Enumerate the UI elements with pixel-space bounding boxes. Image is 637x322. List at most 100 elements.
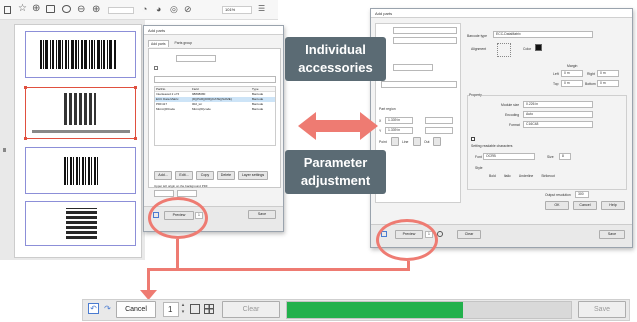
font-select[interactable]: OCRB — [483, 153, 535, 160]
size-field[interactable]: 8 — [559, 153, 571, 160]
type-field[interactable] — [393, 37, 457, 44]
highlight-oval-preview-left — [148, 197, 208, 239]
y-position-field[interactable]: 1.339 in — [385, 127, 413, 134]
style-underline[interactable]: Underline — [519, 174, 534, 178]
delete-button[interactable]: Delete — [217, 171, 235, 180]
help-button[interactable]: Help — [601, 201, 625, 210]
zoom-in-icon[interactable]: ⊕ — [92, 4, 100, 15]
table-row[interactable]: MicroQRCode Micro{ID}code Barcode — [155, 107, 275, 112]
module-size-field[interactable]: 0.226 in — [523, 101, 593, 108]
rotate-icon[interactable]: ⊘ — [184, 4, 192, 15]
upload-icon[interactable]: ⊕ — [32, 3, 40, 14]
select-icon[interactable]: ◕ — [156, 4, 161, 14]
cancel-button[interactable]: Cancel — [573, 201, 597, 210]
ok-button[interactable]: OK — [545, 201, 569, 210]
out-button[interactable] — [433, 137, 441, 146]
page-spinner[interactable]: ▴ ▾ — [180, 302, 186, 317]
column-header-field: Field — [192, 87, 199, 91]
alignment-label: Alignment — [471, 47, 487, 51]
part-properties-dialog: Add parts Part region X 1.339 in Y 1.339… — [370, 8, 633, 248]
selection-handle[interactable] — [134, 137, 137, 140]
mail-icon[interactable] — [62, 5, 71, 13]
zoom-icon[interactable] — [437, 231, 443, 237]
callout-line-2: adjustment — [300, 173, 371, 188]
clear-button[interactable]: Clear — [222, 301, 280, 318]
data-field[interactable] — [381, 81, 457, 88]
parts-group-checkbox[interactable] — [154, 66, 158, 70]
star-icon[interactable]: ☆ — [18, 3, 27, 14]
undo-icon[interactable]: ↶ — [88, 303, 99, 314]
style-italic[interactable]: Italic — [504, 174, 511, 178]
output-resolution-label: Output resolution — [545, 193, 571, 197]
zoom-select[interactable]: 101% — [222, 6, 252, 14]
readable-characters-checkbox[interactable] — [471, 137, 475, 141]
grid-icon[interactable] — [204, 304, 214, 314]
x-size-field[interactable] — [425, 117, 453, 124]
margin-left-field[interactable]: 0 m — [561, 70, 583, 77]
add-button[interactable]: Add... — [154, 171, 172, 180]
style-label: Style — [475, 166, 483, 170]
hand-icon[interactable]: ◔ — [142, 4, 147, 14]
y-label: Y — [379, 129, 382, 133]
tab-add-parts[interactable]: Add parts — [148, 40, 169, 47]
part-region-label: Part region — [379, 107, 396, 111]
x-position-field[interactable]: 1.339 in — [385, 117, 413, 124]
point-button[interactable] — [391, 137, 399, 146]
connector-line — [176, 239, 179, 271]
margin-top-field[interactable]: 0 m — [561, 80, 583, 87]
encoding-select[interactable]: Auto — [523, 111, 593, 118]
cancel-button[interactable]: Cancel — [116, 301, 156, 318]
barcode-type-label: Barcode type — [467, 34, 487, 38]
y-size-field[interactable] — [425, 127, 453, 134]
save-icon[interactable] — [4, 6, 11, 14]
filter-field[interactable] — [154, 76, 276, 83]
qr-code — [66, 208, 97, 239]
left-column-panel — [375, 23, 461, 203]
style-strikeout[interactable]: Strikeout — [541, 174, 554, 178]
style-bold[interactable]: Bold — [489, 174, 496, 178]
layer-settings-button[interactable]: Layer settings — [238, 171, 268, 180]
save-button[interactable]: Save — [578, 301, 626, 318]
progress-bar — [286, 301, 572, 319]
datamatrix-code — [64, 93, 96, 125]
line-button[interactable] — [413, 137, 421, 146]
redo-icon[interactable]: ↷ — [102, 303, 113, 314]
label-linear-barcode — [25, 31, 136, 78]
print-icon[interactable] — [46, 5, 55, 13]
margin-bottom-label: Bottom — [585, 82, 596, 86]
save-button-dialog1[interactable]: Save — [248, 210, 276, 219]
color-swatch[interactable] — [535, 44, 542, 51]
format-select[interactable]: C16C48 — [523, 121, 593, 128]
selection-handle[interactable] — [24, 86, 27, 89]
fit-icon[interactable]: ◎ — [170, 4, 178, 15]
double-arrow-icon — [298, 112, 378, 140]
callout-individual-accessories: Individual accessories — [285, 37, 386, 81]
more-icon[interactable]: ☰ — [258, 4, 265, 13]
selection-handle[interactable] — [134, 86, 137, 89]
edit-button[interactable]: Edit... — [175, 171, 193, 180]
tab-parts-group[interactable]: Parts group — [173, 40, 195, 47]
selection-handle[interactable] — [24, 137, 27, 140]
barcode-type-select[interactable]: ECC-DataMatrix — [493, 31, 593, 38]
label-datamatrix-selected[interactable] — [24, 86, 137, 140]
margin-right-field[interactable]: 0 m — [597, 70, 619, 77]
clear-button[interactable]: Clear — [457, 230, 481, 239]
upper-left-origin-label: Upper left origin on the background PDF — [154, 184, 208, 188]
style-options: Bold Italic Underline Strikeout — [489, 174, 555, 178]
margin-bottom-field[interactable]: 0 m — [597, 80, 619, 87]
alignment-grid[interactable] — [497, 43, 511, 57]
parts-table: PartNo Field Type Interleaved 2 of 5 988… — [154, 86, 276, 146]
output-resolution-field[interactable]: 300 — [575, 191, 589, 198]
part-no-field[interactable] — [393, 27, 457, 34]
origin-y-field[interactable] — [177, 190, 197, 197]
page-number-field[interactable]: 1 — [163, 302, 179, 317]
origin-x-field[interactable] — [154, 190, 174, 197]
column-header-type: Type — [252, 87, 259, 91]
folder-field[interactable] — [176, 55, 216, 62]
zoom-out-icon[interactable]: ⊖ — [77, 4, 85, 15]
zoom-icon[interactable] — [190, 304, 200, 314]
save-button[interactable]: Save — [599, 230, 625, 239]
margin-top-label: Top — [553, 82, 559, 86]
copy-button[interactable]: Copy — [196, 171, 214, 180]
module-field[interactable] — [393, 64, 433, 71]
